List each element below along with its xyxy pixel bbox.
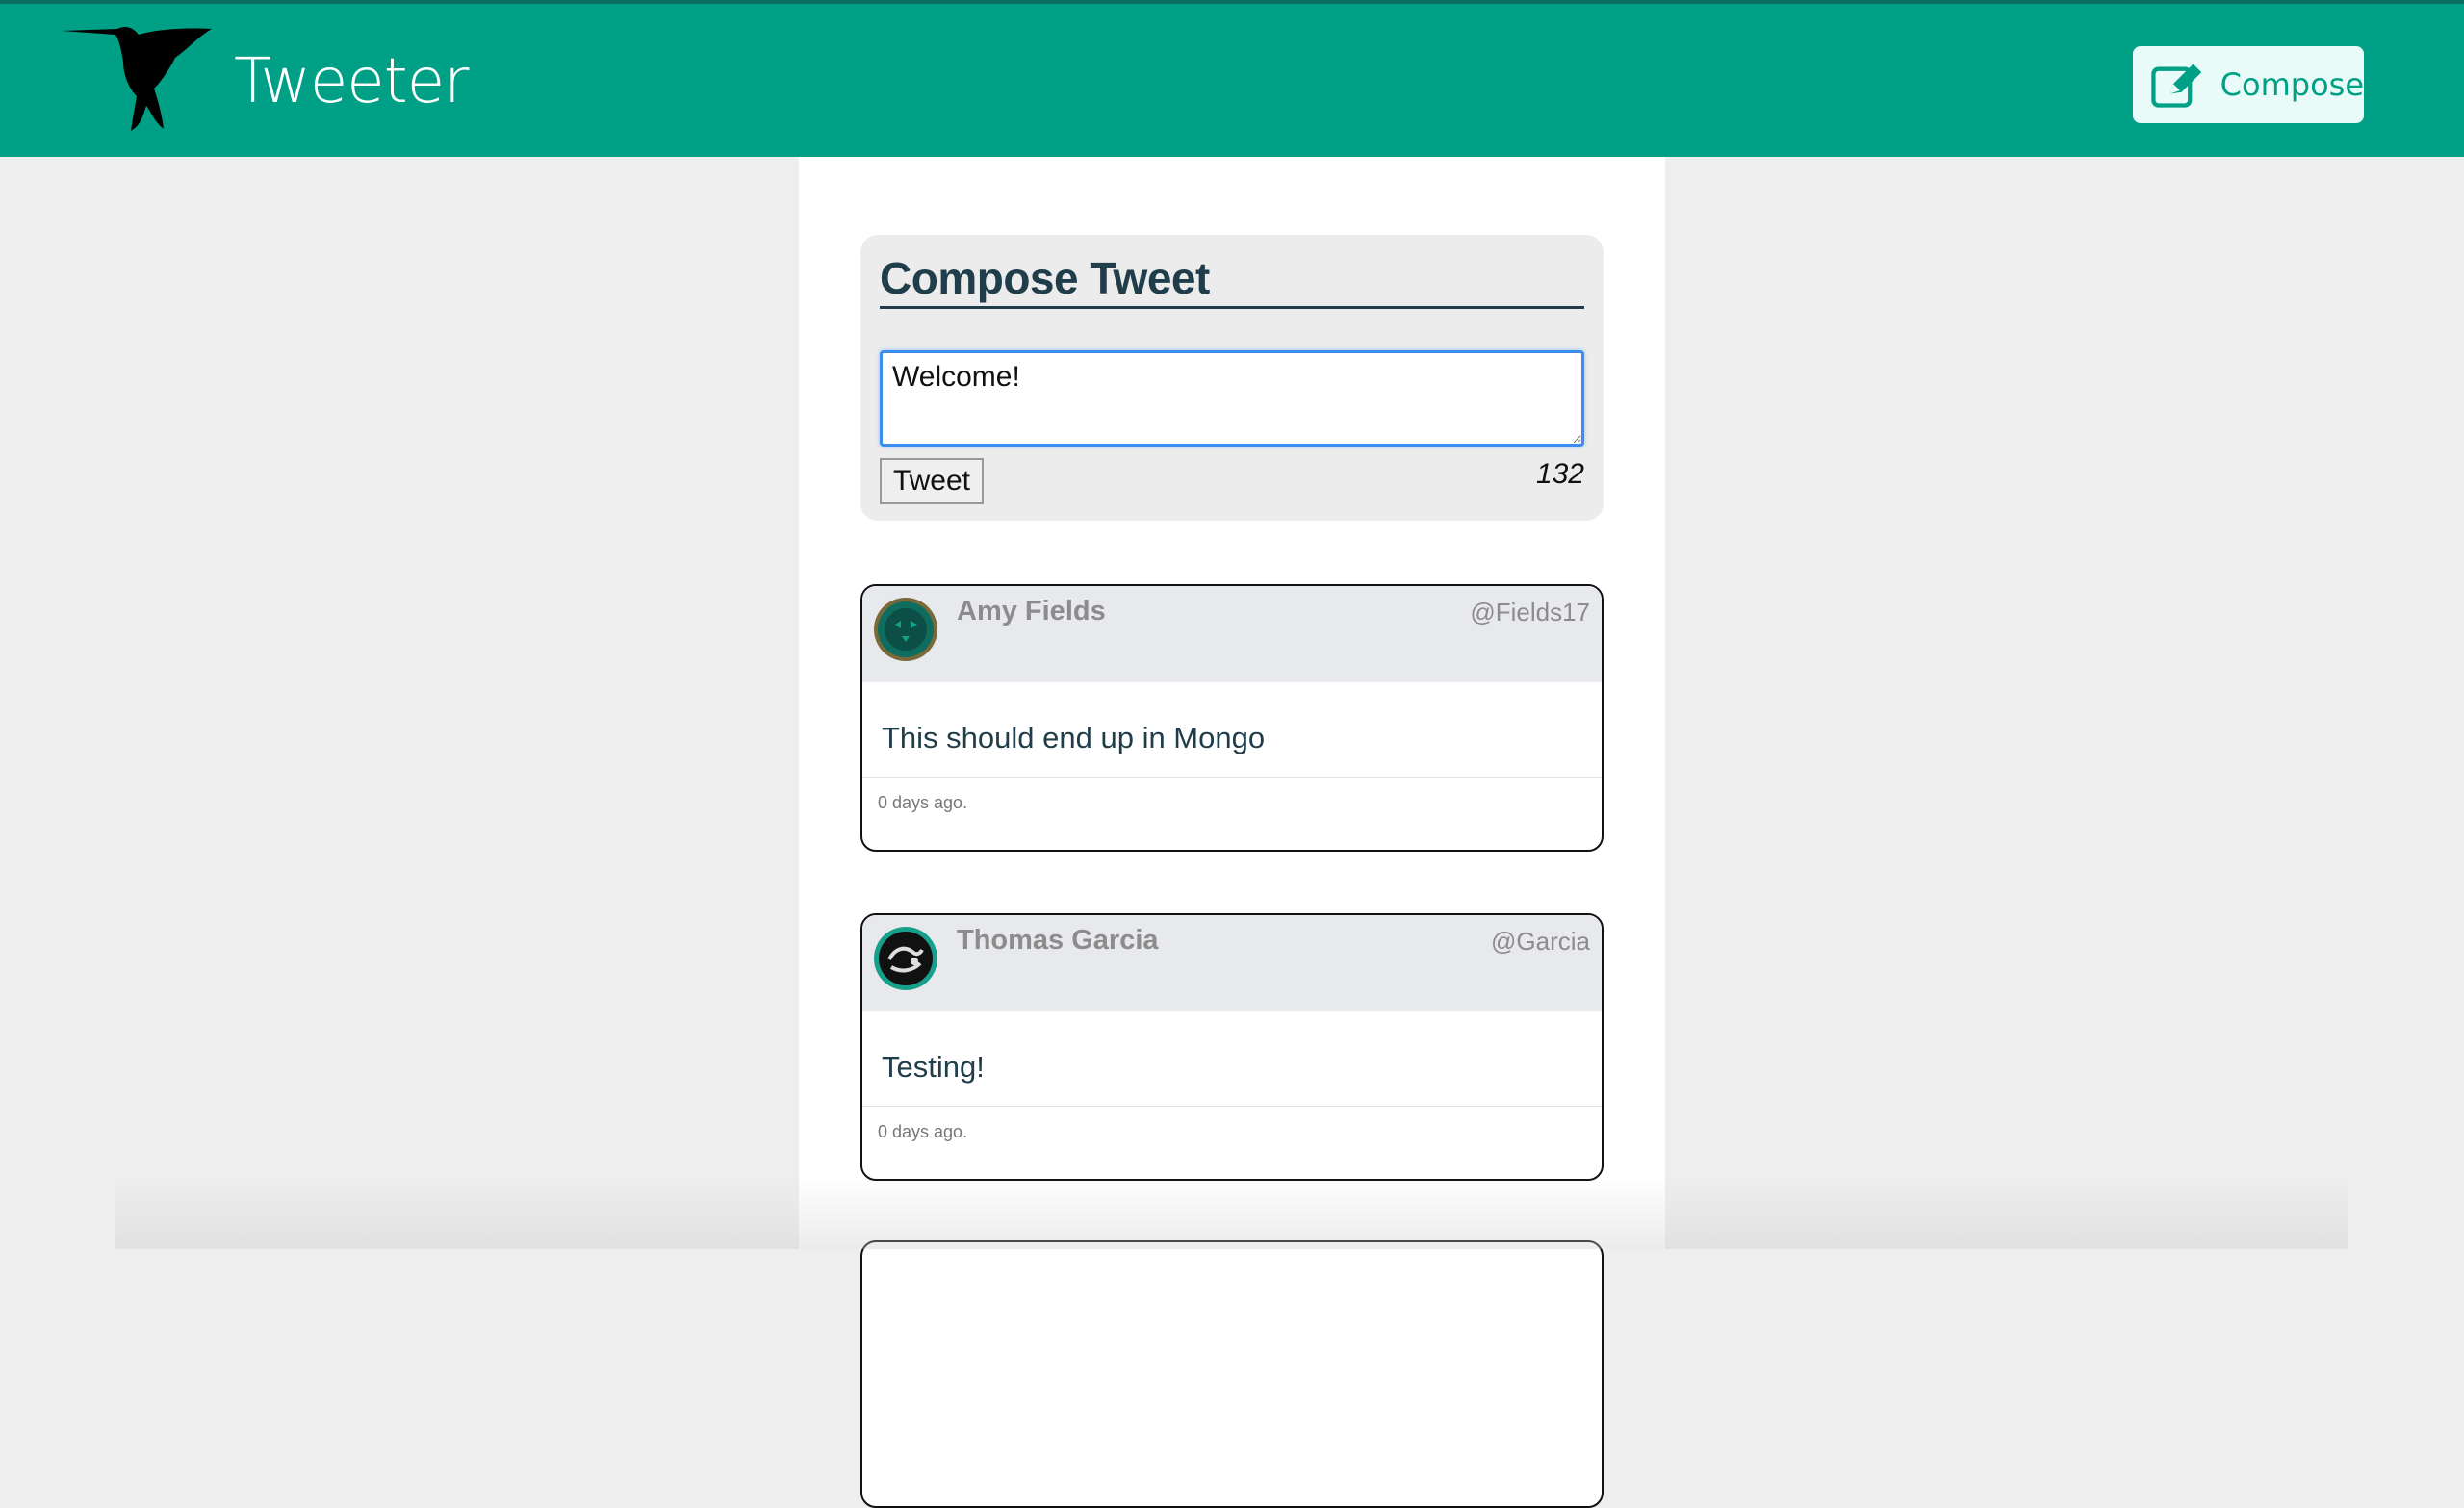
tweet-author-handle: @Garcia [1491,927,1590,956]
tweet-timestamp: 0 days ago. [878,793,968,812]
compose-panel: Compose Tweet Welcome! Tweet 132 [860,235,1604,521]
tweet-author-name: Thomas Garcia [957,925,1159,956]
pencil-square-icon [2151,64,2202,108]
tweet-divider [862,1106,1602,1107]
tweet-header: Thomas Garcia @Garcia [862,915,1602,1011]
compose-label: Compose [2220,66,2364,103]
tweet-header: Amy Fields @Fields17 [862,586,1602,682]
tweet-card [860,1240,1604,1508]
app-title: Tweeter [234,46,469,117]
tweet-textarea[interactable]: Welcome! [880,350,1584,447]
compose-title: Compose Tweet [880,252,1584,309]
tweet-submit-button[interactable]: Tweet [880,458,984,504]
top-nav-bar: Tweeter Compose [0,0,2464,157]
tweet-card: Thomas Garcia @Garcia Testing! 0 days ag… [860,913,1604,1181]
main-column: Compose Tweet Welcome! Tweet 132 Amy Fie… [799,157,1665,1508]
tweet-text: Testing! [882,1050,985,1084]
tweet-author-name: Amy Fields [957,596,1106,626]
compose-button[interactable]: Compose [2133,46,2364,123]
tweet-divider [862,777,1602,778]
character-counter: 132 [1535,458,1584,490]
avatar [874,927,937,990]
avatar [874,598,937,661]
tweet-author-handle: @Fields17 [1470,598,1590,626]
tweet-text: This should end up in Mongo [882,721,1266,754]
hummingbird-logo [62,27,212,131]
tweet-card: Amy Fields @Fields17 This should end up … [860,584,1604,852]
tweet-timestamp: 0 days ago. [878,1122,968,1141]
